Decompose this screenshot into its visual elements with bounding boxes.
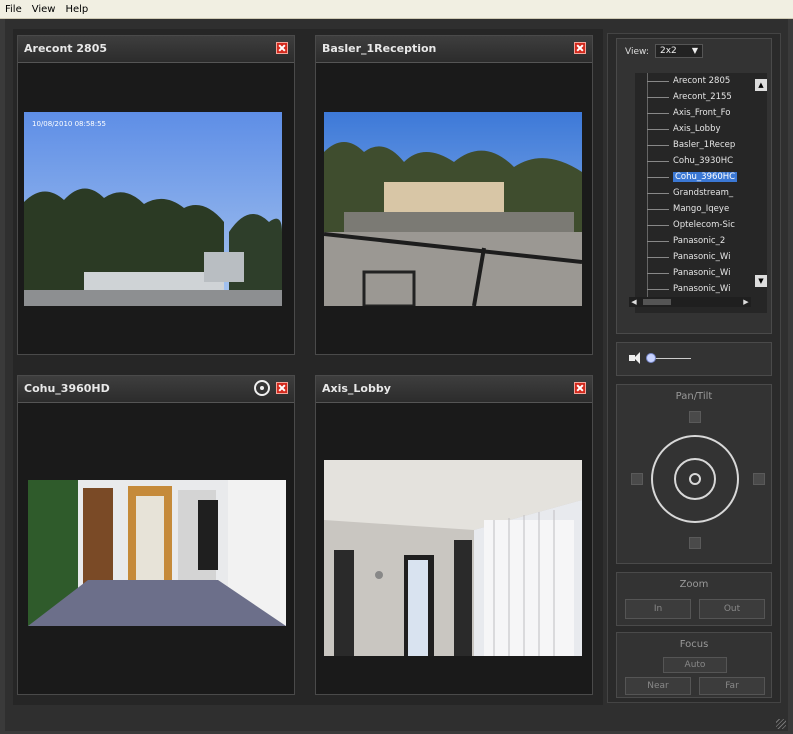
camera-list-item[interactable]: Cohu_3960HC — [635, 169, 767, 185]
panel-header: Cohu_3960HD — [18, 376, 294, 403]
speaker-icon — [629, 352, 640, 364]
pan-tilt-section: Pan/Tilt — [616, 384, 772, 564]
tilt-up-button[interactable] — [689, 411, 701, 423]
scroll-left-icon[interactable]: ◀ — [629, 297, 639, 307]
scroll-down-icon[interactable]: ▼ — [755, 275, 767, 287]
camera-list-item[interactable]: Arecont_2155 — [635, 89, 767, 105]
view-layout-value: 2x2 — [660, 46, 677, 56]
camera-list-item[interactable]: Panasonic_Wi — [635, 249, 767, 265]
chevron-down-icon: ▼ — [691, 46, 698, 55]
zoom-in-button[interactable]: In — [625, 599, 691, 619]
camera-list-item[interactable]: Axis_Front_Fo — [635, 105, 767, 121]
panel-title: Basler_1Reception — [322, 42, 437, 55]
camera-feed — [28, 480, 286, 626]
camera-list-item-label: Panasonic_Wi — [673, 268, 731, 278]
scroll-up-icon[interactable]: ▲ — [755, 79, 767, 91]
zoom-title: Zoom — [679, 579, 709, 590]
scrollbar-thumb[interactable] — [643, 299, 671, 305]
video-panel-axis-lobby[interactable]: Axis_Lobby — [315, 375, 593, 695]
camera-list-item[interactable]: Panasonic_2 — [635, 233, 767, 249]
horizontal-scrollbar[interactable]: ◀ ▶ — [629, 297, 751, 307]
camera-list-item-label: Axis_Lobby — [673, 124, 721, 134]
camera-list-item-label: Panasonic_Wi — [673, 252, 731, 262]
ptz-target-icon[interactable] — [254, 380, 270, 396]
camera-list-item[interactable]: Grandstream_ — [635, 185, 767, 201]
camera-list-item-label: Basler_1Recep — [673, 140, 736, 150]
video-panel-basler[interactable]: Basler_1Reception — [315, 35, 593, 355]
camera-list-item-label: Panasonic_Wi — [673, 284, 731, 294]
app-window: Arecont 2805 10/08/2010 08:58:55 Basler_… — [5, 19, 788, 731]
panel-header: Arecont 2805 — [18, 36, 294, 63]
camera-list-item-label: Arecont_2155 — [673, 92, 732, 102]
close-icon[interactable] — [276, 382, 288, 394]
resize-grip-icon[interactable] — [776, 719, 786, 729]
panel-header: Basler_1Reception — [316, 36, 592, 63]
pan-tilt-title: Pan/Tilt — [675, 391, 713, 402]
camera-list-item[interactable]: Optelecom-Sic — [635, 217, 767, 233]
camera-feed: 10/08/2010 08:58:55 — [24, 112, 282, 306]
focus-section: Focus Auto Near Far — [616, 632, 772, 698]
panel-title: Arecont 2805 — [24, 42, 108, 55]
volume-slider-knob[interactable] — [646, 353, 656, 363]
camera-list-item-label: Mango_Iqeye — [673, 204, 730, 214]
camera-list-section: View: 2x2 ▼ Arecont 2805 Arecont_2155 Axis… — [616, 38, 772, 334]
camera-list-item-label: Axis_Front_Fo — [673, 108, 731, 118]
camera-list-item[interactable]: Panasonic_Wi — [635, 281, 767, 297]
close-icon[interactable] — [574, 382, 586, 394]
scroll-right-icon[interactable]: ▶ — [741, 297, 751, 307]
panel-header: Axis_Lobby — [316, 376, 592, 403]
pan-right-button[interactable] — [753, 473, 765, 485]
menu-help[interactable]: Help — [60, 4, 93, 15]
view-label: View: — [625, 47, 649, 57]
tilt-down-button[interactable] — [689, 537, 701, 549]
zoom-out-button[interactable]: Out — [699, 599, 765, 619]
menu-file[interactable]: File — [0, 4, 27, 15]
ptz-joystick-center[interactable] — [689, 473, 701, 485]
control-sidebar: View: 2x2 ▼ Arecont 2805 Arecont_2155 Axis… — [607, 33, 781, 703]
close-icon[interactable] — [574, 42, 586, 54]
camera-feed — [324, 460, 582, 656]
pan-left-button[interactable] — [631, 473, 643, 485]
camera-list-item[interactable]: Basler_1Recep — [635, 137, 767, 153]
camera-list-item[interactable]: Axis_Lobby — [635, 121, 767, 137]
camera-list-item-label: Arecont 2805 — [673, 76, 731, 86]
camera-list-item-label: Optelecom-Sic — [673, 220, 735, 230]
menu-bar: File View Help — [0, 0, 793, 19]
video-panel-arecont[interactable]: Arecont 2805 10/08/2010 08:58:55 — [17, 35, 295, 355]
camera-list-item-label: Cohu_3930HC — [673, 156, 734, 166]
view-layout-select[interactable]: 2x2 ▼ — [655, 44, 703, 58]
focus-auto-button[interactable]: Auto — [663, 657, 727, 673]
camera-list-item-label: Panasonic_2 — [673, 236, 726, 246]
panel-title: Axis_Lobby — [322, 382, 391, 395]
camera-list-item[interactable]: Arecont 2805 — [635, 73, 767, 89]
camera-tree: Arecont 2805 Arecont_2155 Axis_Front_Fo Axi… — [635, 73, 767, 313]
zoom-section: Zoom In Out — [616, 572, 772, 626]
camera-list-item-label: Cohu_3960HC — [673, 172, 738, 182]
camera-list: Arecont 2805 Arecont_2155 Axis_Front_Fo Axi… — [635, 73, 767, 297]
timestamp-overlay: 10/08/2010 08:58:55 — [32, 120, 106, 128]
camera-list-item[interactable]: Panasonic_Wi — [635, 265, 767, 281]
camera-list-item[interactable]: Mango_Iqeye — [635, 201, 767, 217]
camera-list-item-label: Grandstream_ — [673, 188, 734, 198]
focus-title: Focus — [679, 639, 709, 650]
panel-title: Cohu_3960HD — [24, 382, 110, 395]
camera-list-item[interactable]: Cohu_3930HC — [635, 153, 767, 169]
audio-section — [616, 342, 772, 376]
focus-far-button[interactable]: Far — [699, 677, 765, 695]
close-icon[interactable] — [276, 42, 288, 54]
camera-feed — [324, 112, 582, 306]
video-panel-cohu[interactable]: Cohu_3960HD — [17, 375, 295, 695]
menu-view[interactable]: View — [27, 4, 61, 15]
focus-near-button[interactable]: Near — [625, 677, 691, 695]
